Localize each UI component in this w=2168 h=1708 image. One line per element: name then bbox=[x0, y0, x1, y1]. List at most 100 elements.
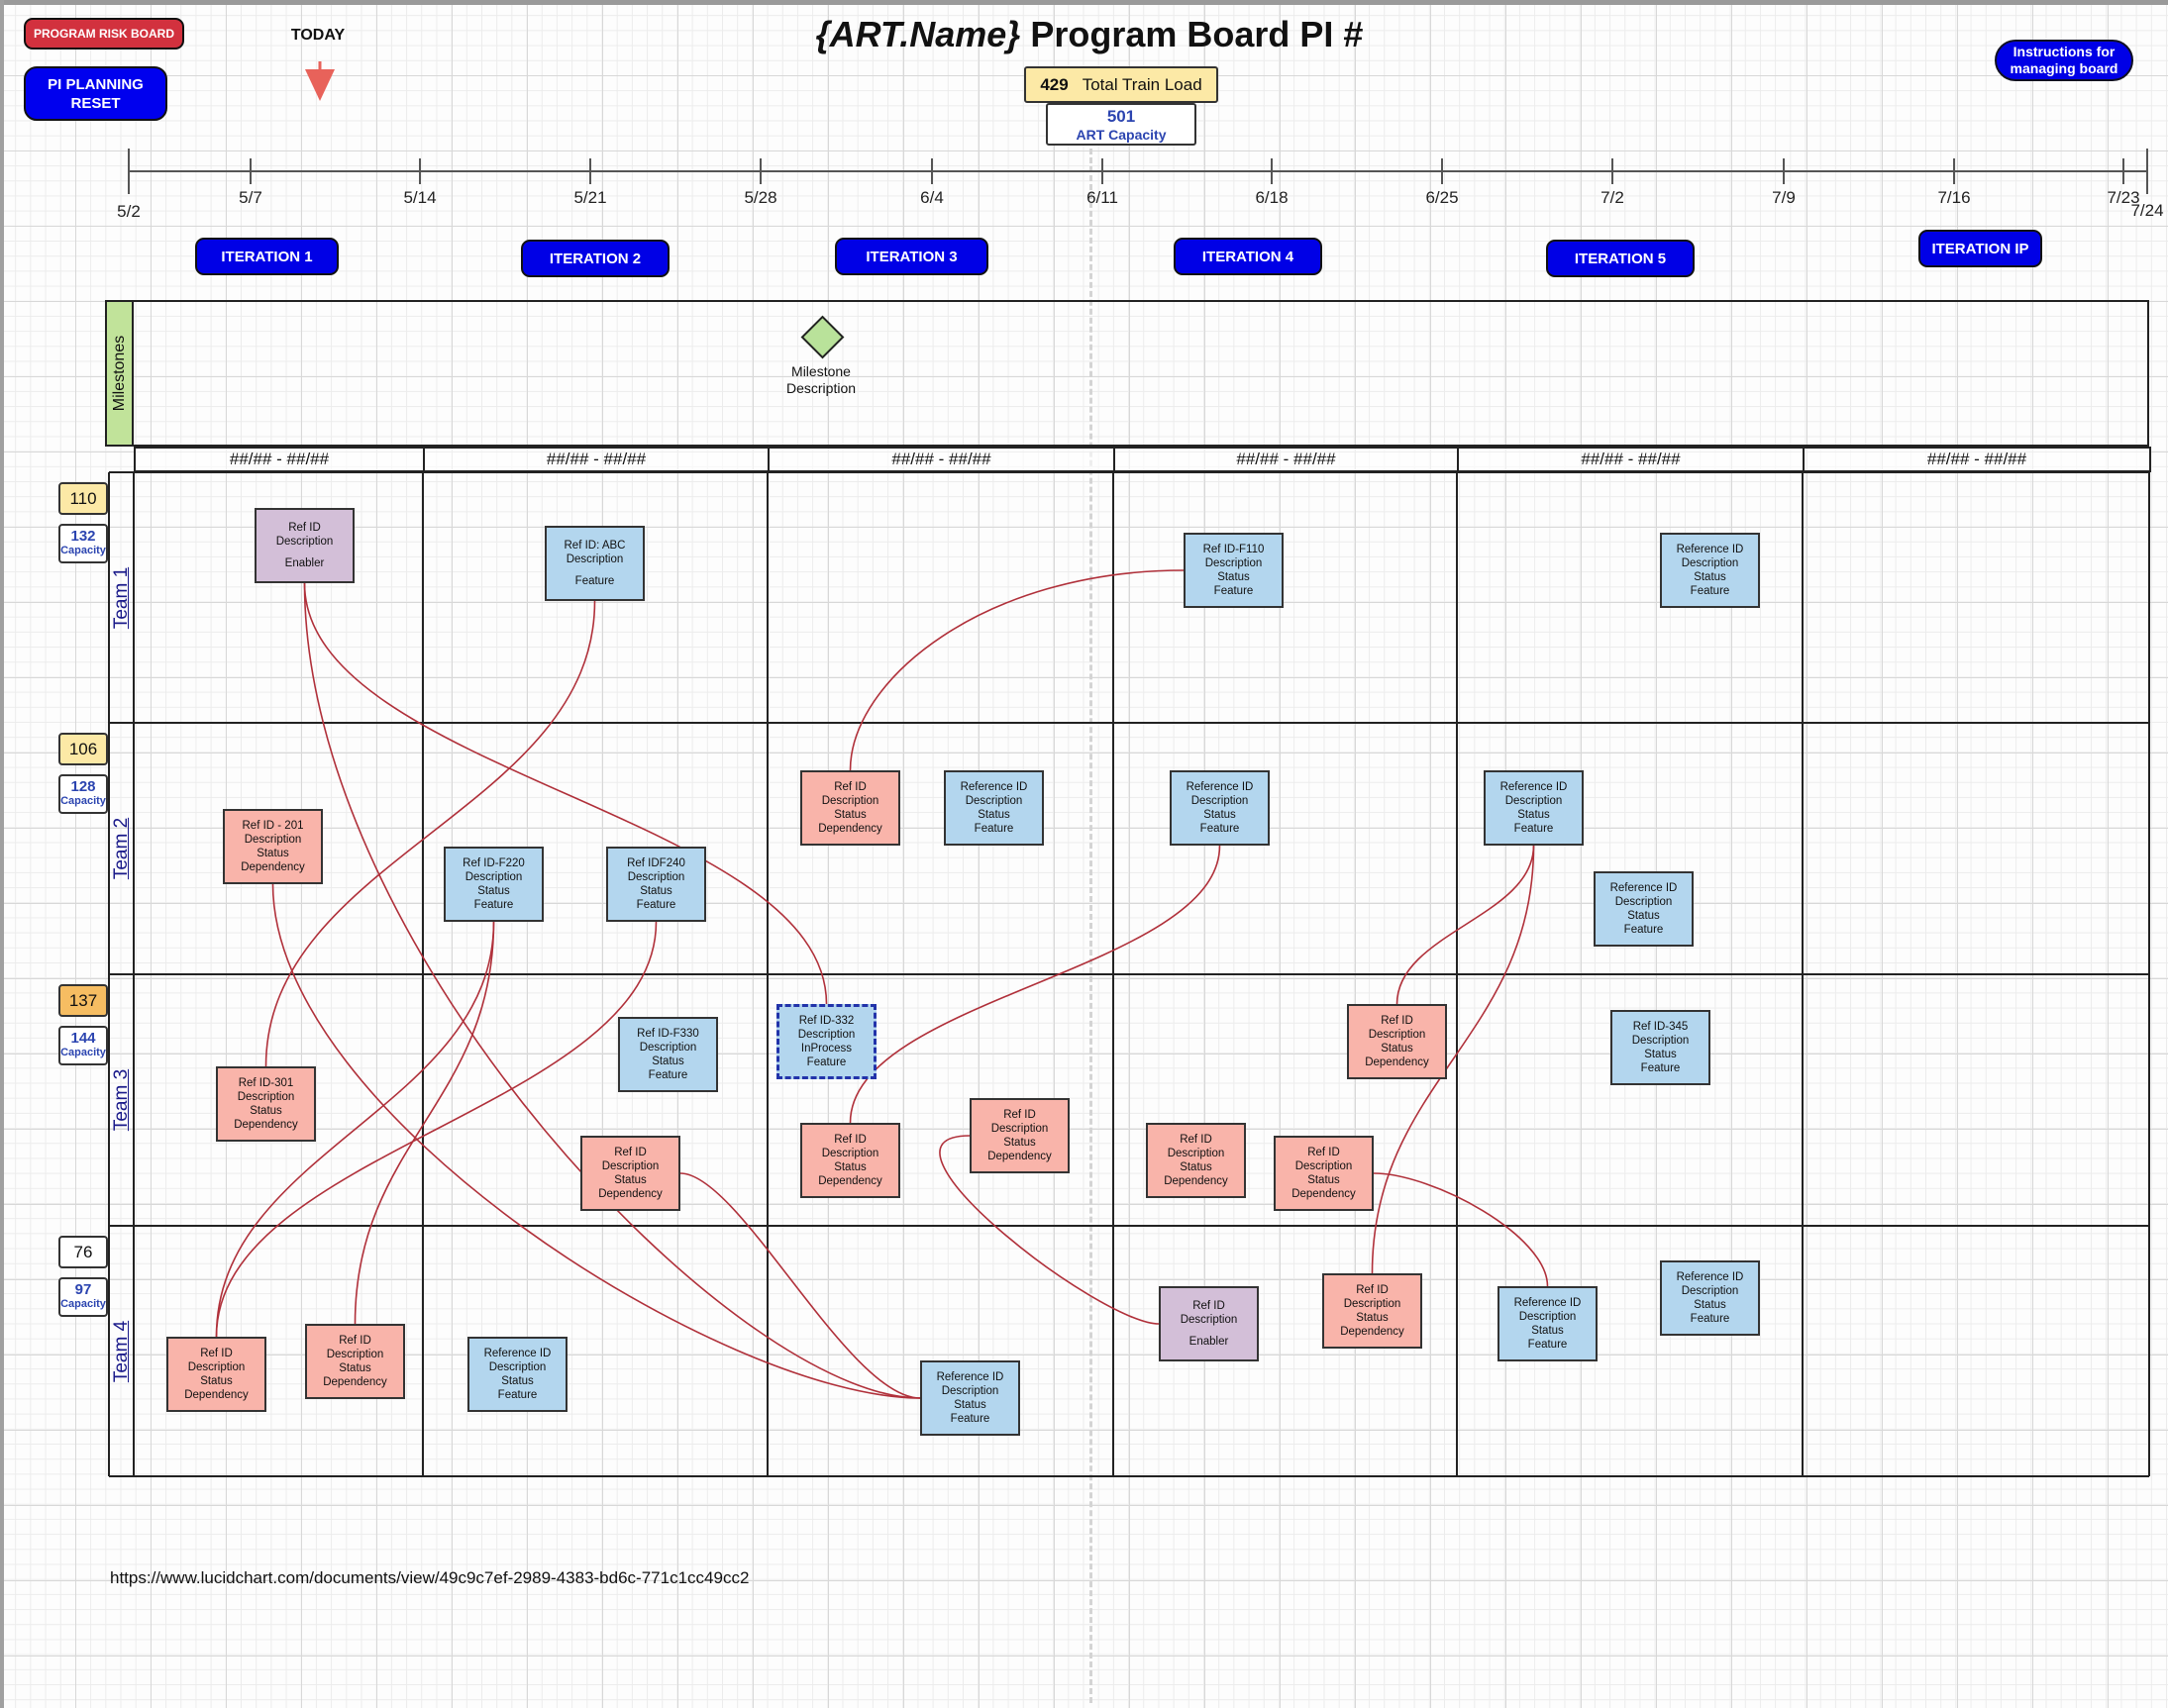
feature-card[interactable]: Ref ID-F330 Description Status Feature bbox=[618, 1017, 718, 1092]
pi-planning-reset-button[interactable]: PI PLANNING RESET bbox=[24, 66, 167, 121]
program-risk-board-button[interactable]: PROGRAM RISK BOARD bbox=[24, 18, 184, 50]
feature-card[interactable]: Reference ID Description Status Feature bbox=[944, 770, 1044, 846]
card-line-ref-id: Ref ID bbox=[1003, 1109, 1036, 1121]
team-lane-label[interactable]: Team 1 bbox=[109, 472, 134, 723]
card-line-status: Status bbox=[954, 1399, 986, 1411]
feature-card[interactable]: Ref IDF240 Description Status Feature bbox=[606, 847, 706, 922]
card-line-ref-id: Reference ID bbox=[1513, 1297, 1582, 1309]
card-line-status: Status bbox=[501, 1375, 534, 1387]
team-lane-label[interactable]: Team 2 bbox=[109, 723, 134, 974]
timeline-tick-label: 6/18 bbox=[1255, 188, 1289, 207]
enabler-card[interactable]: Ref ID Description Enabler bbox=[1159, 1286, 1259, 1361]
feature-card[interactable]: Reference ID Description Status Feature bbox=[920, 1360, 1020, 1436]
card-line-type: Dependency bbox=[598, 1188, 663, 1200]
enabler-card[interactable]: Ref ID Description Enabler bbox=[255, 508, 355, 583]
dependency-card[interactable]: Ref ID - 201 Description Status Dependency bbox=[223, 809, 323, 884]
dependency-link[interactable] bbox=[303, 582, 828, 1005]
card-line-description: Description bbox=[965, 795, 1023, 807]
card-line-type: Feature bbox=[1623, 924, 1664, 936]
feature-card[interactable]: Ref ID-F220 Description Status Feature bbox=[444, 847, 544, 922]
team-lane-label[interactable]: Team 3 bbox=[109, 974, 134, 1226]
team-capacity-value: 132 bbox=[70, 528, 96, 545]
card-line-ref-id: Ref ID-332 bbox=[798, 1015, 855, 1027]
team-name[interactable]: Team 3 bbox=[111, 1069, 133, 1131]
iteration-button[interactable]: ITERATION 4 bbox=[1174, 238, 1322, 275]
card-line-type: Feature bbox=[648, 1069, 688, 1081]
team-name[interactable]: Team 2 bbox=[111, 818, 133, 879]
feature-card[interactable]: Reference ID Description Status Feature bbox=[1594, 871, 1694, 947]
column-divider bbox=[2148, 472, 2150, 1476]
feature-card[interactable]: Reference ID Description Status Feature bbox=[1170, 770, 1270, 846]
iteration-button[interactable]: ITERATION 1 bbox=[195, 238, 339, 275]
dependency-link[interactable] bbox=[849, 845, 1221, 1124]
dependency-card[interactable]: Ref ID Description Status Dependency bbox=[580, 1136, 680, 1211]
card-line-status: Status bbox=[1627, 910, 1660, 922]
row-divider bbox=[109, 471, 2149, 473]
art-capacity-value: 501 bbox=[1106, 107, 1136, 126]
card-line-type: Feature bbox=[950, 1413, 990, 1425]
card-line-ref-id: Reference ID bbox=[936, 1371, 1004, 1383]
feature-card[interactable]: Ref ID-345 Description Status Feature bbox=[1610, 1010, 1710, 1085]
inprocess-card[interactable]: Ref ID-332 Description InProcess Feature bbox=[776, 1004, 877, 1079]
dependency-card[interactable]: Ref ID Description Status Dependency bbox=[800, 1123, 900, 1198]
feature-card[interactable]: Reference ID Description Status Feature bbox=[1484, 770, 1584, 846]
dependency-card[interactable]: Ref ID Description Status Dependency bbox=[1322, 1273, 1422, 1349]
dependency-link[interactable] bbox=[303, 582, 921, 1399]
milestones-lane-label: Milestones bbox=[105, 300, 134, 447]
dependency-card[interactable]: Ref ID-301 Description Status Dependency bbox=[216, 1066, 316, 1142]
card-line-description: Description bbox=[627, 871, 685, 883]
dependency-link[interactable] bbox=[679, 1172, 921, 1399]
dependency-link[interactable] bbox=[849, 569, 1185, 771]
dependency-card[interactable]: Ref ID Description Status Dependency bbox=[800, 770, 900, 846]
team-name[interactable]: Team 1 bbox=[111, 566, 133, 628]
instructions-button[interactable]: Instructions for managing board bbox=[1995, 40, 2133, 81]
dependency-card[interactable]: Ref ID Description Status Dependency bbox=[305, 1324, 405, 1399]
dependency-card[interactable]: Ref ID Description Status Dependency bbox=[1347, 1004, 1447, 1079]
title-art-name: {ART.Name} bbox=[815, 14, 1021, 54]
dependency-card[interactable]: Ref ID Description Status Dependency bbox=[1146, 1123, 1246, 1198]
iteration-button[interactable]: ITERATION 3 bbox=[835, 238, 988, 275]
team-name[interactable]: Team 4 bbox=[111, 1320, 133, 1381]
milestones-label-text: Milestones bbox=[110, 335, 128, 412]
document-url[interactable]: https://www.lucidchart.com/documents/vie… bbox=[110, 1568, 749, 1588]
card-line-status: Status bbox=[1307, 1174, 1340, 1186]
team-capacity-value: 128 bbox=[70, 778, 96, 795]
card-line-ref-id: Ref ID bbox=[200, 1348, 233, 1359]
iteration-button[interactable]: ITERATION 5 bbox=[1546, 240, 1695, 277]
card-line-ref-id: Ref ID bbox=[288, 522, 321, 534]
card-line-ref-id: Ref ID-F330 bbox=[637, 1028, 699, 1040]
feature-card[interactable]: Reference ID Description Status Feature bbox=[1497, 1286, 1598, 1361]
iteration-button[interactable]: ITERATION 2 bbox=[521, 240, 670, 277]
dependency-link[interactable] bbox=[1373, 1172, 1549, 1287]
dependency-link[interactable] bbox=[354, 921, 495, 1325]
dependency-link[interactable] bbox=[1395, 845, 1535, 1005]
timeline-tick-label: 7/16 bbox=[1937, 188, 1971, 207]
dependency-card[interactable]: Ref ID Description Status Dependency bbox=[166, 1337, 266, 1412]
card-line-status: Status bbox=[834, 1161, 867, 1173]
card-line-description: Description bbox=[1368, 1029, 1426, 1041]
feature-card[interactable]: Reference ID Description Status Feature bbox=[1660, 533, 1760, 608]
card-line-type: Feature bbox=[974, 823, 1014, 835]
iteration-date-header: ##/## - ##/## bbox=[1803, 447, 2151, 472]
feature-card[interactable]: Reference ID Description Status Feature bbox=[1660, 1260, 1760, 1336]
card-line-type: Dependency bbox=[241, 861, 305, 873]
card-line-description: Description bbox=[1614, 896, 1673, 908]
card-line-status: Status bbox=[1644, 1049, 1677, 1060]
dependency-card[interactable]: Ref ID Description Status Dependency bbox=[970, 1098, 1070, 1173]
team-lane-label[interactable]: Team 4 bbox=[109, 1226, 134, 1476]
page-title: {ART.Name} Program Board PI # bbox=[693, 14, 1486, 55]
card-line-status: InProcess bbox=[800, 1043, 853, 1055]
team-load-box: 110 bbox=[58, 482, 108, 515]
team-load-box: 76 bbox=[58, 1236, 108, 1268]
column-divider bbox=[767, 472, 769, 1476]
iteration-date-header: ##/## - ##/## bbox=[1113, 447, 1459, 472]
card-spacer bbox=[257, 549, 353, 556]
card-line-status: Status bbox=[834, 809, 867, 821]
feature-card[interactable]: Ref ID: ABC Description Feature bbox=[545, 526, 645, 601]
dependency-card[interactable]: Ref ID Description Status Dependency bbox=[1274, 1136, 1374, 1211]
card-line-ref-id: Ref ID-F220 bbox=[463, 857, 525, 869]
iteration-button[interactable]: ITERATION IP bbox=[1918, 230, 2042, 267]
feature-card[interactable]: Reference ID Description Status Feature bbox=[467, 1337, 568, 1412]
feature-card[interactable]: Ref ID-F110 Description Status Feature bbox=[1184, 533, 1284, 608]
window-left-border bbox=[0, 0, 4, 1708]
